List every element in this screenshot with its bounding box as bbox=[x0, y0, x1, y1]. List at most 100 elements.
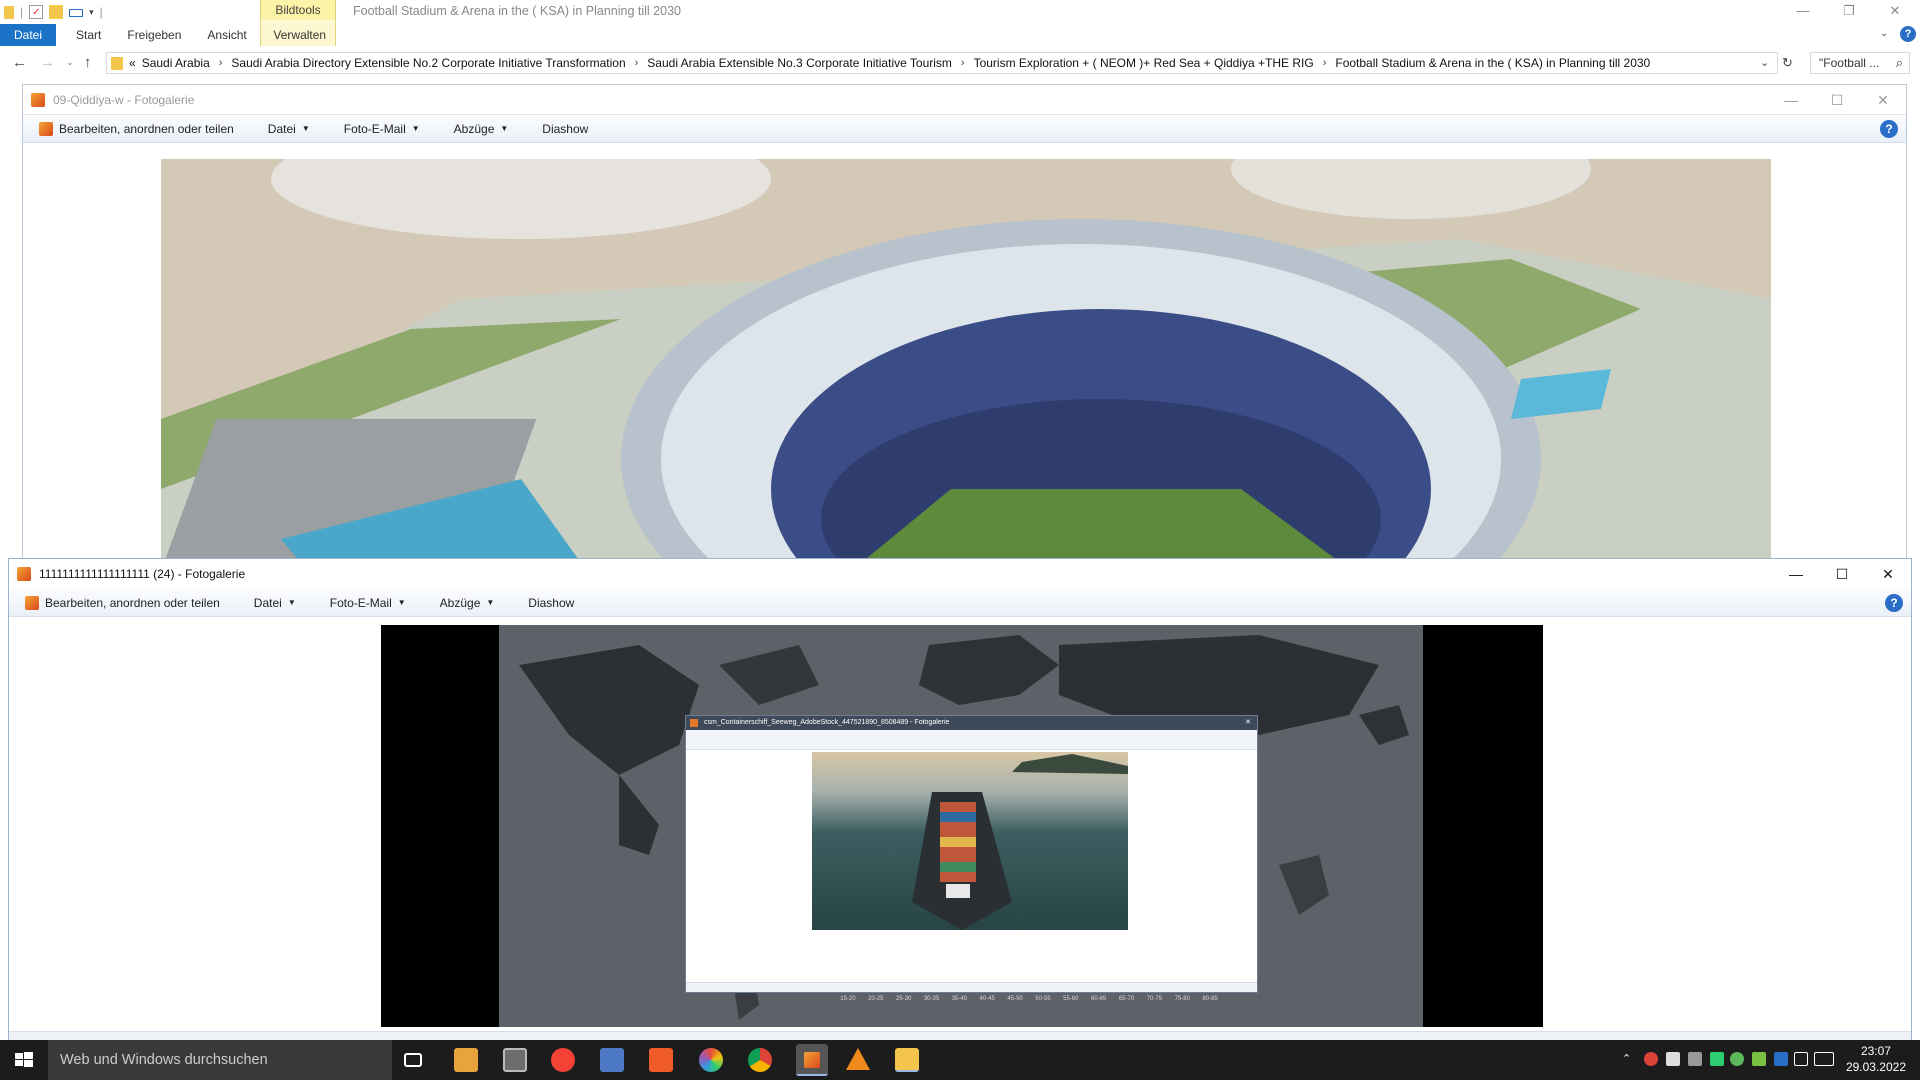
minimize-button[interactable]: — bbox=[1780, 2, 1826, 20]
close-button[interactable]: ✕ bbox=[1865, 559, 1911, 589]
prints-menu[interactable]: Abzüge ▼ bbox=[440, 596, 495, 610]
edit-arrange-share-button[interactable]: Bearbeiten, anordnen oder teilen bbox=[25, 595, 220, 610]
chevron-right-icon[interactable]: › bbox=[635, 57, 639, 69]
new-folder-icon[interactable] bbox=[49, 5, 64, 19]
tray-status-icon[interactable] bbox=[1730, 1052, 1744, 1066]
keyboard-icon[interactable] bbox=[1814, 1052, 1834, 1066]
properties-icon[interactable]: ✓ bbox=[29, 5, 44, 19]
slideshow-button[interactable]: Diashow bbox=[528, 596, 574, 610]
window-titlebar[interactable]: 1111111111111111111 (24) - Fotogalerie bbox=[9, 559, 1911, 589]
bluetooth-icon[interactable] bbox=[1774, 1052, 1788, 1066]
app-icon-3[interactable] bbox=[649, 1048, 673, 1072]
container-ship-image bbox=[812, 752, 1128, 930]
breadcrumb-2[interactable]: Saudi Arabia Directory Extensible No.2 C… bbox=[231, 56, 625, 70]
tray-app-icon[interactable] bbox=[1644, 1052, 1658, 1066]
help-icon[interactable]: ? bbox=[1880, 120, 1898, 138]
caret-down-icon: ▼ bbox=[500, 124, 509, 133]
photo-gallery-icon bbox=[25, 595, 39, 610]
opera-icon[interactable] bbox=[551, 1048, 575, 1072]
file-explorer-icon[interactable] bbox=[895, 1048, 919, 1072]
task-view-icon[interactable] bbox=[404, 1053, 422, 1067]
address-dropdown-icon[interactable]: ⌄ bbox=[1760, 56, 1769, 69]
close-button[interactable]: ✕ bbox=[1860, 85, 1906, 115]
file-menu[interactable]: Datei ▼ bbox=[254, 596, 296, 610]
tab-start[interactable]: Start bbox=[56, 24, 114, 46]
customize-qat-icon[interactable]: ▾ bbox=[89, 7, 94, 18]
tab-datei[interactable]: Datei bbox=[0, 24, 57, 46]
file-menu[interactable]: Datei ▼ bbox=[268, 122, 310, 136]
slideshow-button[interactable]: Diashow bbox=[542, 122, 588, 136]
tab-freigeben[interactable]: Freigeben bbox=[114, 24, 194, 46]
action-center-icon[interactable] bbox=[1794, 1052, 1808, 1066]
breadcrumb-5[interactable]: Football Stadium & Arena in the ( KSA) i… bbox=[1335, 56, 1650, 70]
forward-arrow-icon[interactable]: → bbox=[40, 54, 55, 71]
refresh-icon[interactable]: ↻ bbox=[1782, 55, 1793, 71]
toolbar-label: Bearbeiten, anordnen oder teilen bbox=[59, 121, 234, 136]
clock[interactable]: 23:07 29.03.2022 bbox=[1846, 1043, 1906, 1075]
chevron-right-icon[interactable]: › bbox=[961, 57, 965, 69]
nested-photo-window: csm_Containerschiff_Seeweg_AdobeStock_44… bbox=[685, 715, 1258, 993]
windows-logo-icon bbox=[15, 1052, 33, 1067]
tab-verwalten[interactable]: Verwalten bbox=[260, 24, 340, 46]
app-icon-1[interactable] bbox=[454, 1048, 478, 1072]
app-icon-2[interactable] bbox=[503, 1048, 527, 1072]
photo-gallery-icon bbox=[39, 121, 53, 136]
chrome-icon[interactable] bbox=[748, 1048, 772, 1072]
help-icon[interactable]: ? bbox=[1900, 26, 1916, 42]
nested-titlebar: csm_Containerschiff_Seeweg_AdobeStock_44… bbox=[686, 716, 1257, 730]
minimize-button[interactable]: — bbox=[1768, 85, 1814, 115]
minimize-button[interactable]: — bbox=[1773, 559, 1819, 589]
window-title: 09-Qiddiya-w - Fotogalerie bbox=[53, 92, 195, 107]
ship-illustration bbox=[912, 754, 1128, 930]
restore-button[interactable]: ❐ bbox=[1826, 2, 1872, 20]
edit-arrange-share-button[interactable]: Bearbeiten, anordnen oder teilen bbox=[39, 121, 234, 136]
legend-label: 75-80 bbox=[1174, 996, 1190, 1002]
tab-ansicht[interactable]: Ansicht bbox=[194, 24, 259, 46]
nested-toolbar bbox=[686, 730, 1257, 750]
photo-email-menu[interactable]: Foto-E-Mail ▼ bbox=[344, 122, 420, 136]
ribbon-expand-icon[interactable]: ⌄ bbox=[1880, 28, 1888, 39]
folder-icon[interactable] bbox=[4, 5, 14, 19]
clock-time: 23:07 bbox=[1860, 1044, 1891, 1058]
start-button[interactable] bbox=[0, 1040, 48, 1080]
address-overflow[interactable]: « bbox=[129, 56, 136, 70]
address-bar[interactable]: « Saudi Arabia › Saudi Arabia Directory E… bbox=[106, 52, 1778, 74]
vlc-icon[interactable] bbox=[846, 1048, 870, 1070]
photo-viewer-icon[interactable] bbox=[600, 1048, 624, 1072]
breadcrumb-3[interactable]: Saudi Arabia Extensible No.3 Corporate I… bbox=[647, 56, 952, 70]
taskbar-search-input[interactable]: Web und Windows durchsuchen bbox=[48, 1040, 392, 1080]
recent-locations-icon[interactable]: ⌄ bbox=[66, 57, 74, 68]
legend-label: 55-60 bbox=[1063, 996, 1079, 1002]
legend-label: 15-20 bbox=[840, 996, 856, 1002]
tray-expand-icon[interactable]: ⌃ bbox=[1622, 1052, 1631, 1065]
help-icon[interactable]: ? bbox=[1885, 594, 1903, 612]
prints-menu[interactable]: Abzüge ▼ bbox=[454, 122, 509, 136]
maximize-button[interactable]: ☐ bbox=[1819, 559, 1865, 589]
chevron-right-icon[interactable]: › bbox=[219, 57, 223, 69]
close-button[interactable]: ✕ bbox=[1872, 2, 1918, 20]
search-input[interactable]: "Football ... ⌕ bbox=[1810, 52, 1910, 74]
up-arrow-icon[interactable]: ↑ bbox=[84, 54, 92, 71]
toolbar-label: Datei bbox=[253, 595, 282, 610]
breadcrumb-4[interactable]: Tourism Exploration + ( NEOM )+ Red Sea … bbox=[974, 56, 1314, 70]
photo-toolbar: Bearbeiten, anordnen oder teilen Datei ▼ … bbox=[23, 115, 1906, 143]
window-title: Football Stadium & Arena in the ( KSA) i… bbox=[353, 4, 681, 18]
legend-label: 80-85 bbox=[1202, 996, 1218, 1002]
stadium-image bbox=[161, 159, 1771, 563]
photo-email-menu[interactable]: Foto-E-Mail ▼ bbox=[330, 596, 406, 610]
clock-date: 29.03.2022 bbox=[1845, 1060, 1906, 1074]
rename-icon[interactable] bbox=[69, 9, 84, 17]
color-wheel-icon[interactable] bbox=[699, 1048, 723, 1072]
network-icon[interactable] bbox=[1688, 1052, 1702, 1066]
back-arrow-icon[interactable]: ← bbox=[12, 54, 27, 71]
chevron-right-icon[interactable]: › bbox=[1323, 57, 1327, 69]
security-icon[interactable] bbox=[1710, 1052, 1724, 1066]
window-titlebar[interactable]: 09-Qiddiya-w - Fotogalerie bbox=[23, 85, 1906, 115]
divider: | bbox=[20, 5, 24, 19]
maximize-button[interactable]: ☐ bbox=[1814, 85, 1860, 115]
photo-gallery-taskbar-icon[interactable] bbox=[796, 1044, 828, 1076]
nvidia-icon[interactable] bbox=[1752, 1052, 1766, 1066]
photo-gallery-app-icon bbox=[804, 1052, 820, 1068]
breadcrumb-1[interactable]: Saudi Arabia bbox=[142, 56, 210, 70]
volume-icon[interactable] bbox=[1666, 1052, 1680, 1066]
